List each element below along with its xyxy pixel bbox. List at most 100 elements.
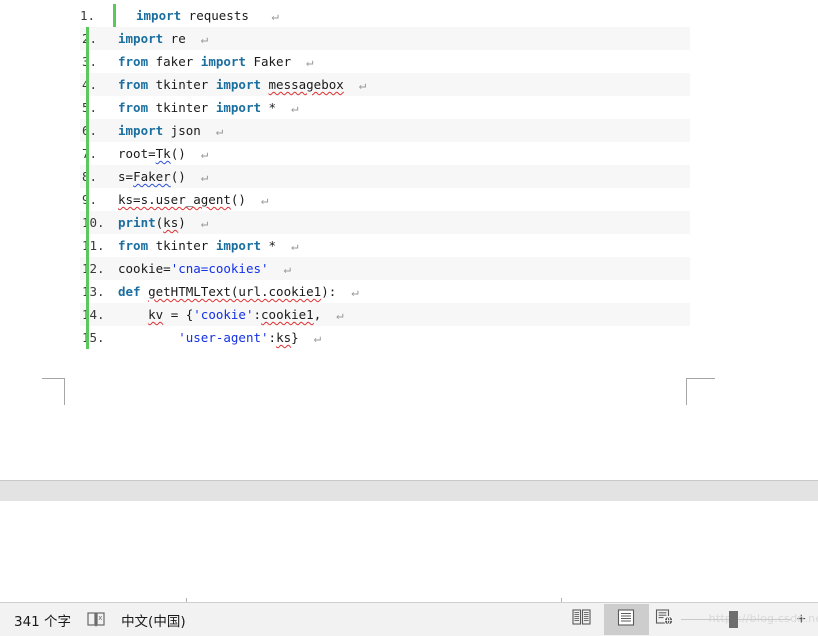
code-text: cookie='cna=cookies' ↵ <box>118 261 291 276</box>
code-line[interactable]: 4. from tkinter import messagebox ↵ <box>80 73 690 96</box>
change-bar <box>86 188 89 211</box>
change-bar <box>86 165 89 188</box>
change-bar <box>86 211 89 234</box>
zoom-slider[interactable]: https://blog.csdn.net/qq_39589259 <box>680 604 818 635</box>
code-line[interactable]: 13. def getHTMLText(url.cookie1): ↵ <box>80 280 690 303</box>
code-line[interactable]: 9. ks=s.user_agent() ↵ <box>80 188 690 211</box>
code-token-sqb: Tk <box>155 146 171 161</box>
code-token-pilcrow: ↵ <box>298 330 322 345</box>
view-mode-reading-layout[interactable] <box>559 604 604 635</box>
word-count-label[interactable]: 341 个字 <box>14 610 71 630</box>
web-layout-icon[interactable] <box>655 608 675 631</box>
code-token-pl: tkinter <box>148 77 216 92</box>
line-number: 3. <box>82 54 98 69</box>
code-text: kv = {'cookie':cookie1, ↵ <box>118 307 344 322</box>
watermark-text: https://blog.csdn.net/qq_39589259 <box>708 612 818 625</box>
code-text: from tkinter import * ↵ <box>118 100 299 115</box>
document-page-1[interactable]: 1. import requests ↵ 2. import re ↵ 3. from f… <box>0 0 818 480</box>
code-token-pilcrow: ↵ <box>185 31 209 46</box>
line-number: 11. <box>82 238 105 253</box>
zoom-control-group[interactable]: https://blog.csdn.net/qq_39589259 + <box>649 604 818 635</box>
code-token-kw: import <box>215 238 261 253</box>
code-token-pl: root= <box>118 146 156 161</box>
code-line[interactable]: 15. 'user-agent':ks} ↵ <box>80 326 690 349</box>
code-token-sq: getHTMLText(url.cookie1 <box>148 284 322 299</box>
code-text: ks=s.user_agent() ↵ <box>118 192 269 207</box>
change-bar <box>86 326 89 349</box>
code-token-pl: * <box>261 100 277 115</box>
line-number: 7. <box>82 146 98 161</box>
code-token-pl: requests <box>181 8 249 23</box>
code-token-pilcrow: ↵ <box>268 261 292 276</box>
code-token-kw: from <box>118 54 149 69</box>
code-text: s=Faker() ↵ <box>118 169 208 184</box>
code-token-pl: ) <box>178 215 186 230</box>
proofing-book-icon[interactable]: x <box>85 610 107 630</box>
code-token-pl: tkinter <box>148 100 216 115</box>
code-token-pilcrow: ↵ <box>291 54 314 69</box>
code-token-sq: cookie1 <box>261 307 314 322</box>
code-token-pilcrow: ↵ <box>200 123 224 138</box>
code-token-pilcrow: ↵ <box>321 307 344 322</box>
code-line[interactable]: 5. from tkinter import * ↵ <box>80 96 690 119</box>
code-line[interactable]: 12. cookie='cna=cookies' ↵ <box>80 257 690 280</box>
line-number: 8. <box>82 169 98 184</box>
code-text: def getHTMLText(url.cookie1): ↵ <box>118 284 359 299</box>
code-token-pl: = { <box>163 307 194 322</box>
code-token-sq: messagebox <box>268 77 344 92</box>
code-token-kw: from <box>118 77 149 92</box>
page-separator-gap <box>0 480 818 502</box>
line-number: 4. <box>82 77 98 92</box>
margin-marker-top-right <box>686 378 715 405</box>
code-text: print(ks) ↵ <box>118 215 208 230</box>
line-number: 5. <box>82 100 98 115</box>
code-text: root=Tk() ↵ <box>118 146 208 161</box>
svg-text:x: x <box>98 614 102 622</box>
print-layout-icon <box>617 608 635 631</box>
view-mode-print-layout[interactable] <box>603 604 649 635</box>
word-processor-window: 1. import requests ↵ 2. import re ↵ 3. from f… <box>0 0 818 636</box>
code-token-pilcrow: ↵ <box>343 77 367 92</box>
code-line[interactable]: 3. from faker import Faker ↵ <box>80 50 690 73</box>
change-bar <box>86 73 89 96</box>
code-token-str: 'user-agent' <box>178 330 269 345</box>
code-listing[interactable]: 1. import requests ↵ 2. import re ↵ 3. from f… <box>80 4 690 349</box>
zoom-slider-handle[interactable] <box>728 611 738 628</box>
change-bar <box>86 50 89 73</box>
line-number: 12. <box>82 261 105 276</box>
language-label[interactable]: 中文(中国) <box>121 610 186 630</box>
code-token-sq: ks <box>163 215 179 230</box>
line-number: 13. <box>82 284 105 299</box>
code-token-kw: from <box>118 100 149 115</box>
change-bar <box>86 119 89 142</box>
code-text: from faker import Faker ↵ <box>118 54 314 69</box>
code-line[interactable]: 2. import re ↵ <box>80 27 690 50</box>
code-token-kw: import <box>118 31 164 46</box>
code-line[interactable]: 14. kv = {'cookie':cookie1, ↵ <box>80 303 690 326</box>
code-token-pl: : <box>253 307 262 322</box>
change-bar <box>86 234 89 257</box>
code-token-pl: () <box>230 192 246 207</box>
code-token-sq: ks=s.user_agent <box>118 192 231 207</box>
code-token-sqb: Faker <box>133 169 171 184</box>
code-line[interactable]: 1. import requests ↵ <box>80 4 690 27</box>
code-token-pilcrow: ↵ <box>185 169 209 184</box>
code-token-pl: Faker <box>245 54 292 69</box>
document-canvas[interactable]: 1. import requests ↵ 2. import re ↵ 3. from f… <box>0 0 818 602</box>
code-line[interactable]: 8. s=Faker() ↵ <box>80 165 690 188</box>
code-line[interactable]: 10. print(ks) ↵ <box>80 211 690 234</box>
code-token-pilcrow: ↵ <box>248 8 279 23</box>
code-line[interactable]: 6. import json ↵ <box>80 119 690 142</box>
code-line[interactable]: 11. from tkinter import * ↵ <box>80 234 690 257</box>
code-line[interactable]: 7. root=Tk() ↵ <box>80 142 690 165</box>
document-page-2[interactable] <box>0 501 818 602</box>
code-token-kw: import <box>136 8 182 23</box>
code-token-pl: re <box>163 31 186 46</box>
code-token-pl: ): <box>321 284 337 299</box>
code-token-kw: print <box>118 215 156 230</box>
code-token-kw: import <box>118 123 164 138</box>
